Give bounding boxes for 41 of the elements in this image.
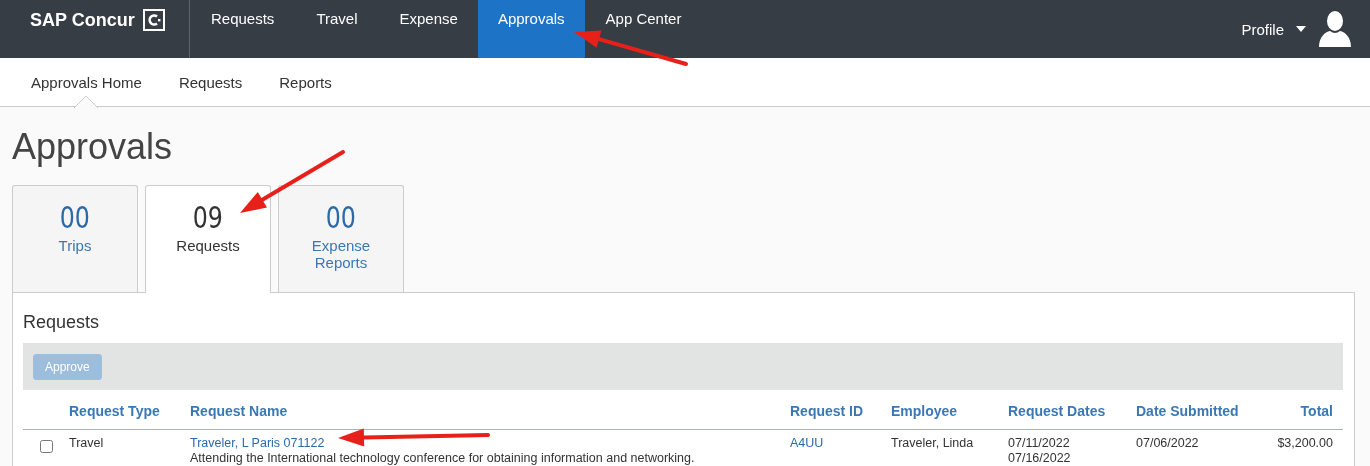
column-header[interactable]: Request ID (780, 390, 881, 430)
avatar-icon[interactable] (1318, 11, 1352, 47)
request-id-link[interactable]: A4UU (790, 436, 824, 450)
request-description: Attending the International technology conference for obtaining information and networking. (190, 451, 695, 465)
nav-tab[interactable]: App Center (605, 0, 682, 58)
column-header[interactable]: Total (1250, 390, 1343, 430)
tab-label: Trips (58, 237, 92, 254)
profile-menu[interactable]: Profile (1241, 20, 1306, 38)
summary-tab[interactable]: 09 Requests (145, 185, 271, 293)
column-header[interactable]: Request Type (59, 390, 180, 430)
nav-tab[interactable]: Approvals (477, 0, 585, 58)
caret-icon (1296, 26, 1306, 32)
column-header[interactable]: Employee (881, 390, 998, 430)
nav-tab[interactable]: Travel (316, 0, 358, 58)
row-checkbox[interactable] (40, 440, 53, 453)
count: 00 (325, 199, 357, 235)
subnav-tab[interactable]: Approvals Home (31, 57, 142, 107)
column-header[interactable]: Date Submitted (1126, 390, 1250, 430)
column-header[interactable]: Request Name (180, 390, 780, 430)
brand-name: SAP Concur (30, 9, 135, 31)
panel-title: Requests (23, 311, 101, 333)
count: 00 (59, 199, 91, 235)
table-cell-text: $3,200.00 (1276, 435, 1334, 452)
tab-label: Expense Reports (310, 237, 372, 271)
summary-tab[interactable]: 00 Trips (12, 185, 138, 292)
logo-icon (142, 9, 165, 31)
column-header[interactable]: Request Dates (998, 390, 1126, 430)
subnav-tab[interactable]: Requests (178, 57, 243, 107)
nav-tab[interactable]: Requests (211, 0, 275, 58)
count: 09 (192, 199, 224, 235)
subnav-tab[interactable]: Reports (279, 57, 332, 107)
table-cell-text: Travel (68, 435, 105, 452)
date-text: 07/16/2022 (1008, 451, 1072, 466)
summary-tab[interactable]: 00 Expense Reports (278, 185, 404, 292)
page-title: Approvals (12, 127, 173, 169)
date-text: 07/11/2022 (1008, 436, 1071, 451)
tab-label: Requests (176, 237, 240, 254)
table-cell-text: 07/06/2022 (1135, 435, 1200, 452)
table-cell-text: Traveler, Linda (890, 435, 975, 452)
nav-tab[interactable]: Expense (399, 0, 458, 58)
request-link[interactable]: Traveler, L Paris 071122 (190, 436, 325, 450)
